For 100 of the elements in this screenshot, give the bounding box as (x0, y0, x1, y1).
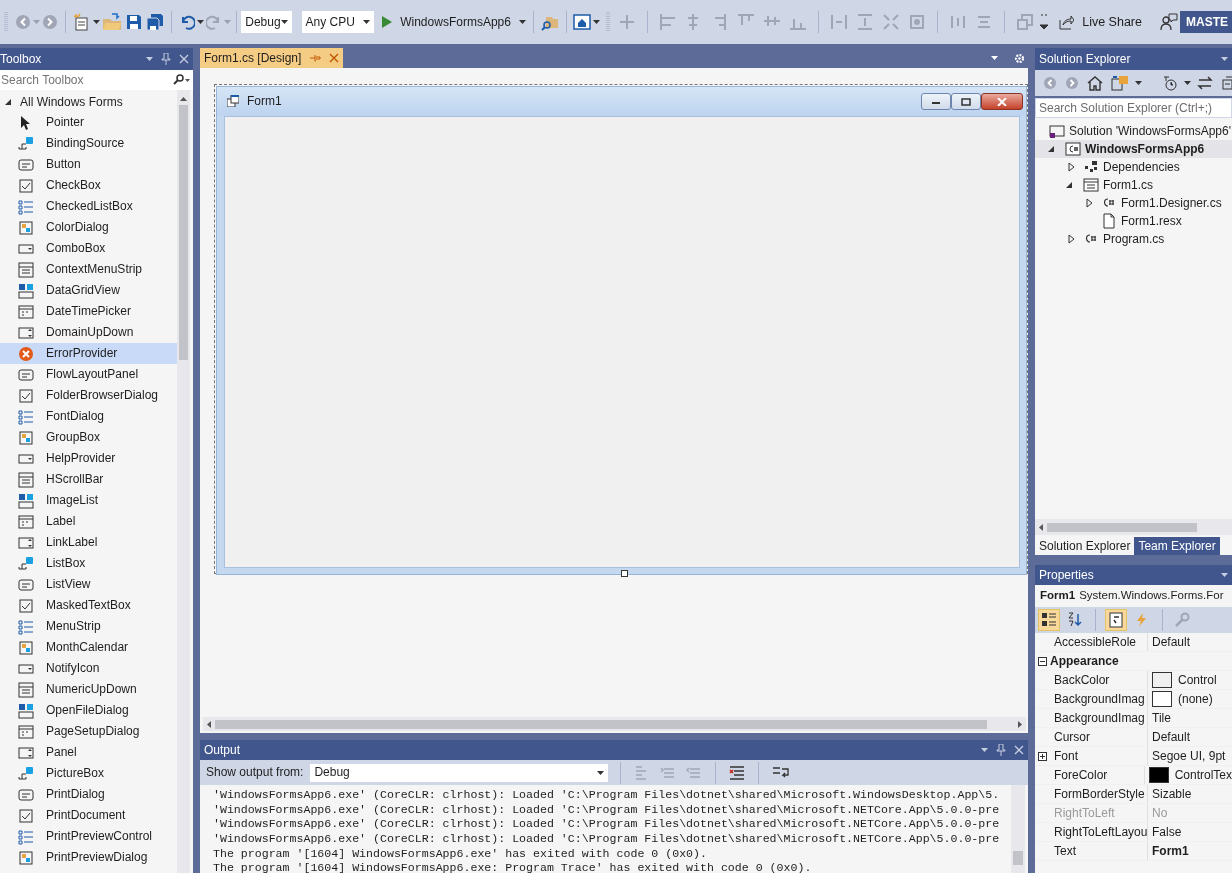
back-button[interactable] (1041, 74, 1059, 92)
toolbox-item[interactable]: ContextMenuStrip (0, 259, 177, 280)
scrollbar[interactable] (177, 90, 190, 873)
toolbox-item[interactable]: Panel (0, 742, 177, 763)
home-button[interactable] (1085, 73, 1105, 93)
scroll-up-icon[interactable] (180, 97, 187, 101)
start-button[interactable]: WindowsFormsApp6 (380, 12, 528, 32)
toolbox-item[interactable]: NotifyIcon (0, 658, 177, 679)
search-icon[interactable] (171, 70, 193, 90)
toolbox-item[interactable]: MaskedTextBox (0, 595, 177, 616)
toolbox-item[interactable]: Pointer (0, 112, 177, 133)
toolbox-item[interactable]: ListView (0, 574, 177, 595)
toolbox-item[interactable]: PageSetupDialog (0, 721, 177, 742)
search-field[interactable]: Search Toolbox (0, 70, 171, 90)
toolbox-item[interactable]: HScrollBar (0, 469, 177, 490)
caret-icon[interactable] (981, 748, 988, 752)
tree-item[interactable]: Program.cs (1035, 230, 1232, 248)
panel-tab[interactable]: Team Explorer (1134, 537, 1220, 555)
toolbox-item[interactable]: PrintPreviewDialog (0, 847, 177, 868)
collapse-icon[interactable] (1038, 656, 1047, 666)
property-value[interactable]: Control (1178, 672, 1217, 688)
toolbox-item[interactable]: Button (0, 154, 177, 175)
toolbox-item[interactable]: ErrorProvider (0, 343, 177, 364)
toolbox-item[interactable]: MenuStrip (0, 616, 177, 637)
toolbox-item[interactable]: Label (0, 511, 177, 532)
property-value[interactable]: Segoe UI, 9pt (1152, 748, 1226, 764)
settings-icon[interactable] (1014, 52, 1025, 64)
scrollbar[interactable] (1011, 785, 1025, 873)
platform-dropdown[interactable]: Any CPU (301, 11, 375, 33)
scroll-left-icon[interactable] (207, 720, 211, 728)
caret-icon[interactable] (1221, 57, 1228, 61)
toolbox-item[interactable]: ListBox (0, 553, 177, 574)
search-field[interactable]: Search Solution Explorer (Ctrl+;) (1035, 98, 1232, 118)
categorized-button[interactable] (1038, 609, 1060, 631)
configuration-dropdown[interactable]: Debug (241, 11, 292, 33)
minimize-button[interactable] (921, 93, 951, 110)
property-value[interactable]: Tile (1152, 710, 1171, 726)
toolbox-item[interactable]: ComboBox (0, 238, 177, 259)
toolbox-item[interactable]: PictureBox (0, 763, 177, 784)
scrollbar-thumb[interactable] (215, 719, 987, 729)
grip-handle[interactable] (606, 12, 611, 32)
toolbox-item[interactable]: PrintPreviewControl (0, 826, 177, 847)
scroll-left-icon[interactable] (1039, 523, 1043, 531)
caret-icon[interactable] (146, 57, 153, 61)
toolbox-item[interactable]: CheckedListBox (0, 196, 177, 217)
caret-icon[interactable] (1184, 81, 1191, 85)
toolbox-item[interactable]: OpenFileDialog (0, 700, 177, 721)
expand-icon[interactable] (1038, 751, 1047, 761)
property-value[interactable]: Sizable (1152, 786, 1192, 802)
category-label[interactable]: Appearance (1050, 653, 1119, 669)
document-tab[interactable]: Form1.cs [Design] (200, 48, 344, 68)
toolbox-item[interactable]: DataGridView (0, 280, 177, 301)
toolbox-group[interactable]: All Windows Forms (0, 92, 177, 112)
resize-handle[interactable] (621, 570, 628, 577)
tree-item[interactable]: Form1.Designer.cs (1035, 194, 1232, 212)
scroll-right-icon[interactable] (1018, 720, 1022, 728)
toolbox-item[interactable]: PrintDialog (0, 784, 177, 805)
overflow-icon[interactable] (1040, 13, 1049, 31)
toolbox-item[interactable]: CheckBox (0, 175, 177, 196)
toolbox-item[interactable]: ColorDialog (0, 217, 177, 238)
property-value[interactable]: Default (1152, 634, 1191, 650)
toolbox-item[interactable]: PrintDocument (0, 805, 177, 826)
property-value[interactable]: Form1 (1152, 843, 1189, 859)
caret-icon[interactable] (593, 20, 601, 24)
tree-item[interactable]: Form1.resx (1035, 212, 1232, 230)
toolbox-item[interactable]: ImageList (0, 490, 177, 511)
close-button[interactable] (981, 93, 1023, 110)
tree-item[interactable]: Dependencies (1035, 158, 1232, 176)
property-value[interactable]: False (1152, 824, 1182, 840)
scrollbar[interactable] (1035, 519, 1232, 535)
caret-icon[interactable] (92, 20, 100, 24)
toolbox-item[interactable]: FlowLayoutPanel (0, 364, 177, 385)
toolbox-item[interactable]: HelpProvider (0, 448, 177, 469)
properties-button[interactable] (1105, 609, 1127, 631)
tree-item[interactable]: Solution 'WindowsFormsApp6' (1035, 122, 1232, 140)
output-source-dropdown[interactable]: Debug (309, 762, 610, 783)
caret-icon[interactable] (991, 56, 998, 60)
toolbox-item[interactable]: NumericUpDown (0, 679, 177, 700)
maximize-button[interactable] (951, 93, 981, 110)
toolbox-item[interactable]: BindingSource (0, 133, 177, 154)
live-share-button[interactable]: Live Share (1056, 12, 1144, 32)
switch-views-button[interactable] (1109, 73, 1131, 93)
toolbox-item[interactable]: FontDialog (0, 406, 177, 427)
caret-icon[interactable] (1221, 573, 1228, 577)
scrollbar-thumb[interactable] (1013, 851, 1023, 865)
scrollbar-thumb[interactable] (179, 105, 188, 360)
property-value[interactable]: Default (1152, 729, 1191, 745)
close-icon[interactable] (329, 53, 340, 63)
property-value[interactable]: (none) (1178, 691, 1213, 707)
feedback-button[interactable] (1158, 11, 1180, 33)
toolbox-item[interactable]: GroupBox (0, 427, 177, 448)
caret-icon[interactable] (196, 20, 204, 24)
tree-item[interactable]: Form1.cs (1035, 176, 1232, 194)
toolbox-item[interactable]: FolderBrowserDialog (0, 385, 177, 406)
profile-button[interactable]: MASTE (1180, 11, 1232, 33)
scrollbar-thumb[interactable] (1047, 522, 1197, 532)
forward-button[interactable] (1063, 74, 1081, 92)
scrollbar[interactable] (203, 717, 1026, 731)
caret-icon[interactable] (1135, 81, 1142, 85)
tree-item[interactable]: WindowsFormsApp6 (1035, 140, 1232, 158)
